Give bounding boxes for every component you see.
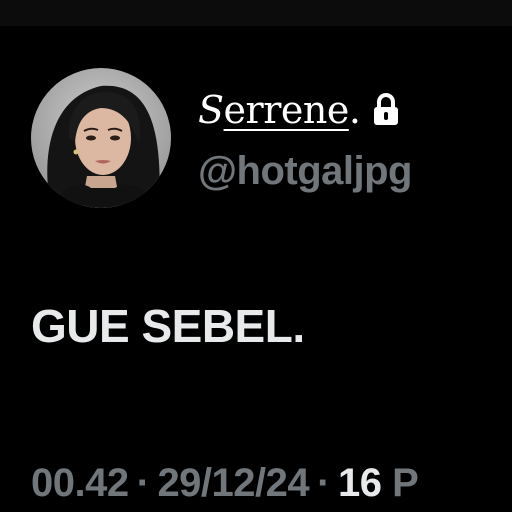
tweet-meta: 00.42 · 29/12/24 · 16 P <box>31 456 419 510</box>
display-name-body: errene <box>223 88 350 132</box>
lock-icon <box>372 93 400 127</box>
display-name[interactable]: Serrene. <box>198 88 361 132</box>
tweet-time[interactable]: 00.42 <box>31 461 129 505</box>
avatar[interactable] <box>31 68 171 208</box>
tweet-screenshot: Serrene. @hotgaljpg GUE SEBEL. 00.42 · 29/… <box>0 0 512 512</box>
username-handle[interactable]: @hotgaljpg <box>198 146 412 196</box>
meta-separator: · <box>317 461 330 505</box>
avatar-photo <box>31 68 171 208</box>
display-name-row[interactable]: Serrene. <box>198 86 400 134</box>
meta-separator: · <box>136 461 150 505</box>
display-name-initial: S <box>198 88 224 132</box>
views-label[interactable]: P <box>392 461 419 505</box>
display-name-period: . <box>348 88 361 132</box>
views-count: 16 <box>337 461 382 505</box>
tweet-date[interactable]: 29/12/24 <box>157 461 309 505</box>
top-bar <box>0 0 512 26</box>
tweet-text: GUE SEBEL. <box>31 300 305 352</box>
